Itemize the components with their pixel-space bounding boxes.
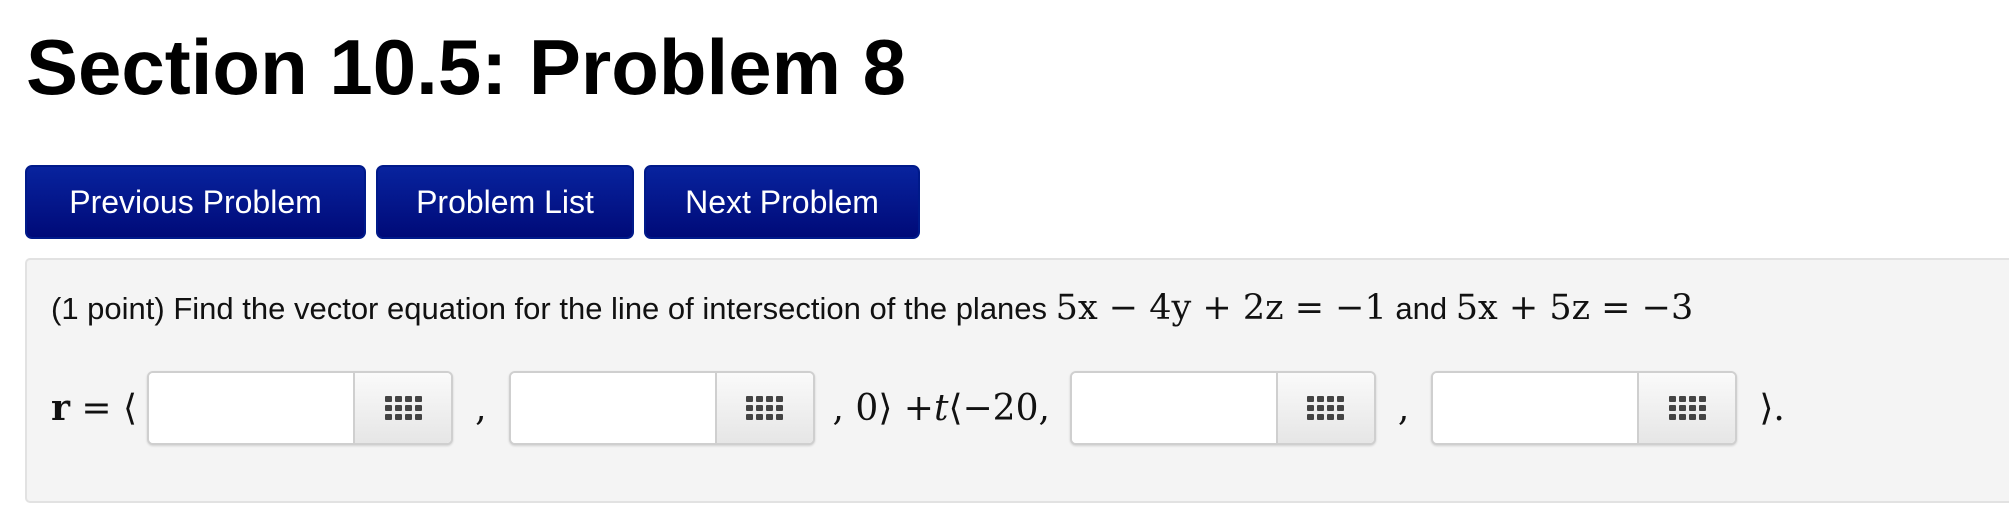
equation-editor-button[interactable] [353,373,452,443]
answer-box-1 [147,371,454,445]
t-parameter: t [933,387,949,429]
problem-nav: Previous Problem Problem List Next Probl… [25,165,920,239]
answer-box-3 [1069,371,1376,445]
webwork-problem-page: Section 10.5: Problem 8 Previous Problem… [0,0,2009,521]
answer-box-4 [1431,371,1738,445]
r-vector-label: r = ⟨ [51,387,138,429]
problem-list-button[interactable]: Problem List [376,165,634,239]
direction-start-text: ⟨−20, [948,387,1050,429]
equation-editor-button[interactable] [714,373,813,443]
statement-text: (1 point) Find the vector equation for t… [51,291,1048,326]
answer-input-1[interactable] [149,373,354,443]
page-title: Section 10.5: Problem 8 [26,23,906,111]
answer-row: r = ⟨ , , 0⟩ + t ⟨−20, , ⟩. [51,370,1785,446]
grid-icon [384,396,422,420]
equation-editor-button[interactable] [1275,373,1374,443]
grid-icon [1668,396,1706,420]
problem-statement: (1 point) Find the vector equation for t… [51,288,1693,328]
plane-1-equation: 5x − 4y + 2z = −1 [1055,288,1387,328]
answer-input-2[interactable] [510,373,715,443]
comma-separator: , [475,387,487,429]
plane-2-equation: 5x + 5z = −3 [1455,288,1694,328]
and-text: and [1395,291,1448,326]
next-problem-button[interactable]: Next Problem [644,165,920,239]
comma-separator: , [1397,387,1410,429]
answer-input-4[interactable] [1433,373,1638,443]
point-close-text: , 0⟩ + [832,387,934,429]
vector-close-text: ⟩. [1759,387,1785,429]
grid-icon [746,396,784,420]
equation-editor-button[interactable] [1637,373,1736,443]
answer-box-2 [508,371,815,445]
problem-body: (1 point) Find the vector equation for t… [25,258,2009,503]
grid-icon [1307,396,1345,420]
answer-input-3[interactable] [1071,373,1276,443]
previous-problem-button[interactable]: Previous Problem [25,165,366,239]
